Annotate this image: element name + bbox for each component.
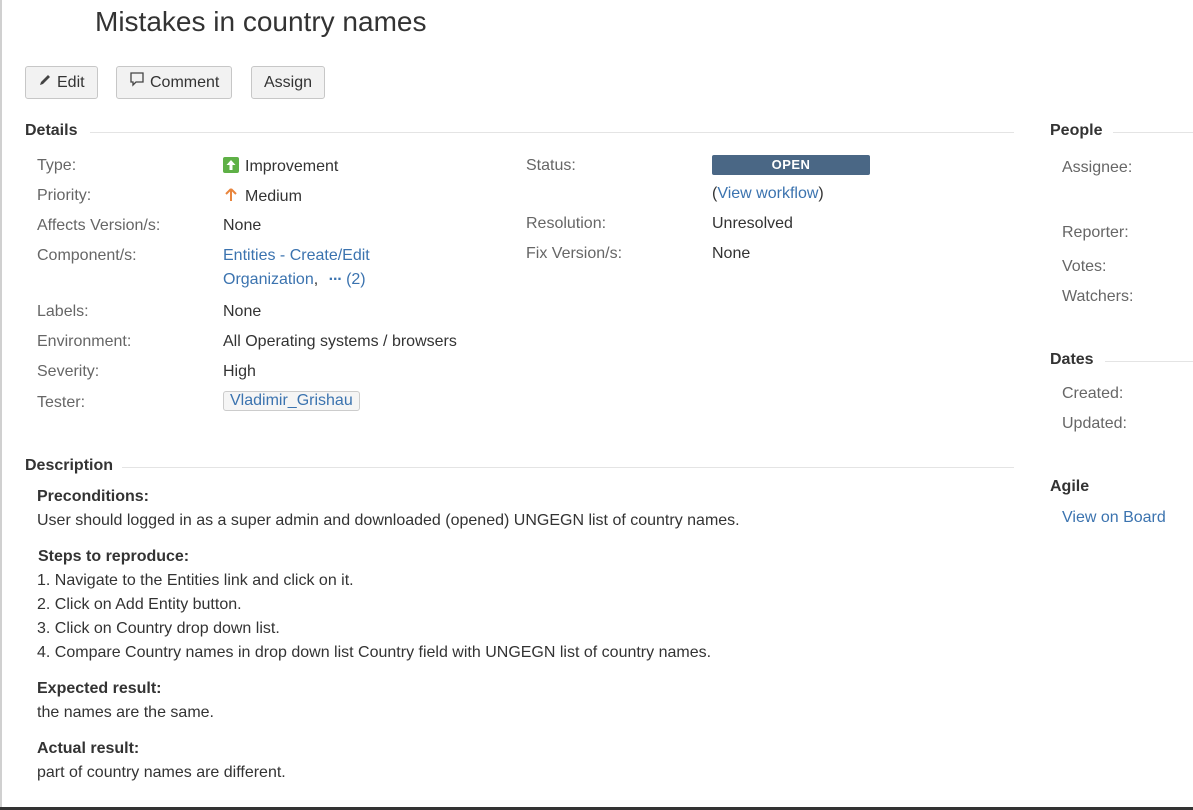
dates-heading: Dates: [1050, 351, 1102, 369]
speech-bubble-icon: [129, 67, 145, 98]
comment-button[interactable]: Comment: [116, 66, 233, 99]
type-value-text: Improvement: [245, 158, 339, 175]
component-link-organization[interactable]: Organization: [223, 271, 314, 288]
preconditions-title: Preconditions:: [37, 488, 150, 505]
severity-label: Severity:: [37, 363, 100, 380]
severity-value: High: [223, 363, 256, 380]
view-on-board-link[interactable]: View on Board: [1062, 509, 1166, 527]
reporter-label: Reporter:: [1062, 224, 1129, 241]
type-value: Improvement: [223, 157, 338, 176]
resolution-value: Unresolved: [712, 215, 793, 232]
preconditions-text: User should logged in as a super admin a…: [37, 512, 740, 529]
actual-title: Actual result:: [37, 740, 140, 757]
comment-button-label: Comment: [150, 74, 220, 91]
labels-label: Labels:: [37, 303, 89, 320]
edit-button[interactable]: Edit: [25, 66, 98, 99]
step-item: 2. Click on Add Entity button.: [37, 596, 242, 613]
assignee-label: Assignee:: [1062, 159, 1133, 176]
votes-label: Votes:: [1062, 258, 1107, 275]
type-label: Type:: [37, 157, 77, 174]
component-more-count[interactable]: (2): [346, 271, 366, 288]
pencil-icon: [38, 67, 52, 98]
workflow-paren-close: ): [818, 185, 824, 202]
edit-button-label: Edit: [57, 74, 85, 91]
page-title: Mistakes in country names: [95, 6, 427, 37]
tester-user-link[interactable]: Vladimir_Grishau: [223, 391, 360, 411]
component-link-entities[interactable]: Entities - Create/Edit: [223, 247, 370, 265]
assign-button[interactable]: Assign: [251, 66, 326, 99]
improvement-arrow-icon: [223, 157, 239, 173]
agile-heading: Agile: [1050, 478, 1098, 496]
expected-text: the names are the same.: [37, 704, 214, 721]
details-heading: Details: [25, 122, 86, 140]
actual-text: part of country names are different.: [37, 764, 286, 781]
environment-value: All Operating systems / browsers: [223, 333, 457, 350]
priority-value-text: Medium: [245, 188, 302, 205]
step-item: 4. Compare Country names in drop down li…: [37, 644, 712, 661]
status-label: Status:: [526, 157, 576, 174]
affects-version-value: None: [223, 217, 262, 234]
component-separator: ,: [313, 271, 319, 288]
people-heading: People: [1050, 122, 1111, 140]
description-divider: [122, 467, 1014, 468]
assign-button-label: Assign: [264, 74, 313, 91]
watchers-label: Watchers:: [1062, 288, 1134, 305]
people-divider: [1113, 132, 1193, 133]
more-dots-icon[interactable]: ···: [329, 271, 343, 289]
step-item: 1. Navigate to the Entities link and cli…: [37, 572, 354, 589]
step-item: 3. Click on Country drop down list.: [37, 620, 280, 637]
labels-value: None: [223, 303, 262, 320]
updated-label: Updated:: [1062, 415, 1127, 432]
left-border: [0, 0, 2, 810]
view-workflow-link[interactable]: View workflow: [717, 185, 818, 202]
status-badge: OPEN: [712, 155, 870, 175]
expected-title: Expected result:: [37, 680, 162, 697]
created-label: Created:: [1062, 385, 1124, 402]
environment-label: Environment:: [37, 333, 132, 350]
component-label: Component/s:: [37, 247, 137, 264]
component-line2: Organization, ··· (2): [223, 271, 366, 289]
fix-version-label: Fix Version/s:: [526, 245, 623, 262]
affects-version-label: Affects Version/s:: [37, 217, 161, 234]
details-divider: [90, 132, 1014, 133]
dates-divider: [1105, 361, 1193, 362]
priority-value: Medium: [223, 187, 302, 208]
workflow-row: (View workflow): [712, 185, 824, 203]
priority-up-arrow-icon: [223, 187, 239, 208]
steps-title: Steps to reproduce:: [38, 548, 190, 565]
resolution-label: Resolution:: [526, 215, 607, 232]
priority-label: Priority:: [37, 187, 92, 204]
fix-version-value: None: [712, 245, 751, 262]
tester-label: Tester:: [37, 394, 86, 411]
description-heading: Description: [25, 457, 122, 475]
